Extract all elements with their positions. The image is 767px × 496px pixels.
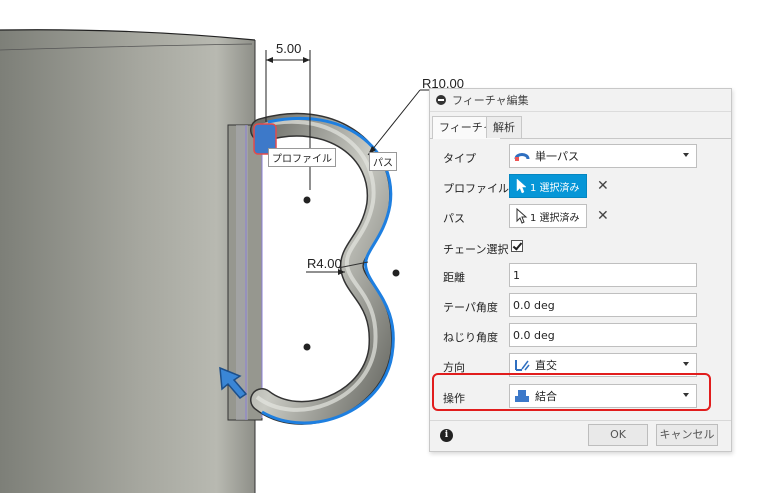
join-icon <box>515 390 529 402</box>
dialog-title: フィーチャ編集 <box>452 94 529 107</box>
clear-path-icon[interactable]: ✕ <box>597 208 609 224</box>
chevron-down-icon <box>683 362 689 366</box>
operation-label: 操作 <box>443 392 465 405</box>
perpendicular-icon <box>515 360 530 371</box>
path-row-label: パス <box>443 212 465 225</box>
profile-select-button[interactable]: 1 選択済み <box>509 174 587 198</box>
dialog-titlebar[interactable]: フィーチャ編集 <box>430 89 731 112</box>
dim-width-text: 5.00 <box>276 41 301 56</box>
dimension-radius-inner[interactable]: R4.00 <box>306 256 345 275</box>
row-distance: 距離 1 <box>430 263 731 289</box>
operation-dropdown[interactable]: 結合 <box>509 384 697 408</box>
taper-input[interactable]: 0.0 deg <box>509 293 697 317</box>
cancel-button[interactable]: キャンセル <box>656 424 718 446</box>
twist-label: ねじり角度 <box>443 331 498 344</box>
sketch-point[interactable] <box>303 343 311 351</box>
row-path: パス 1 選択済み ✕ <box>430 204 731 230</box>
dim-radius-inner-text: R4.00 <box>307 256 342 271</box>
type-value: 単一パス <box>535 150 579 163</box>
dialog-tabs: フィーチャ 解析 <box>430 112 731 139</box>
profile-select-value: 1 選択済み <box>530 182 580 194</box>
info-icon[interactable]: i <box>440 429 453 442</box>
profile-row-label: プロファイル <box>443 182 509 195</box>
cursor-icon <box>516 208 528 224</box>
feature-edit-dialog: フィーチャ編集 フィーチャ 解析 タイプ 単一パス プロファイル 1 選択済み … <box>429 88 732 452</box>
row-type: タイプ 単一パス <box>430 144 731 170</box>
chain-label: チェーン選択 <box>443 243 509 256</box>
ok-button[interactable]: OK <box>588 424 648 446</box>
operation-value: 結合 <box>535 390 557 403</box>
distance-input[interactable]: 1 <box>509 263 697 287</box>
clear-profile-icon[interactable]: ✕ <box>597 178 609 194</box>
row-twist: ねじり角度 0.0 deg <box>430 323 731 349</box>
cursor-icon <box>516 178 527 194</box>
chevron-down-icon <box>683 393 689 397</box>
type-dropdown[interactable]: 単一パス <box>509 144 697 168</box>
sketch-point[interactable] <box>392 269 400 277</box>
profile-label: プロファイル <box>268 148 336 167</box>
twist-input[interactable]: 0.0 deg <box>509 323 697 347</box>
taper-label: テーパ角度 <box>443 301 498 314</box>
path-select-value: 1 選択済み <box>530 212 580 224</box>
single-path-icon <box>514 153 530 161</box>
chain-checkbox[interactable] <box>511 240 523 252</box>
direction-dropdown[interactable]: 直交 <box>509 353 697 377</box>
path-select-button[interactable]: 1 選択済み <box>509 204 587 228</box>
collapse-icon[interactable] <box>436 95 446 105</box>
path-label: パス <box>369 152 397 171</box>
dialog-footer: i OK キャンセル <box>430 420 731 451</box>
direction-value: 直交 <box>535 359 557 372</box>
type-label: タイプ <box>443 152 476 165</box>
row-taper: テーパ角度 0.0 deg <box>430 293 731 319</box>
row-profile: プロファイル 1 選択済み ✕ <box>430 174 731 200</box>
distance-label: 距離 <box>443 271 465 284</box>
tab-analysis[interactable]: 解析 <box>486 116 522 138</box>
direction-label: 方向 <box>443 361 465 374</box>
row-direction: 方向 直交 <box>430 353 731 379</box>
cup-body <box>0 29 256 493</box>
row-chain: チェーン選択 <box>430 235 731 261</box>
chevron-down-icon <box>683 153 689 157</box>
sketch-point[interactable] <box>303 196 311 204</box>
row-operation: 操作 結合 <box>430 384 731 410</box>
